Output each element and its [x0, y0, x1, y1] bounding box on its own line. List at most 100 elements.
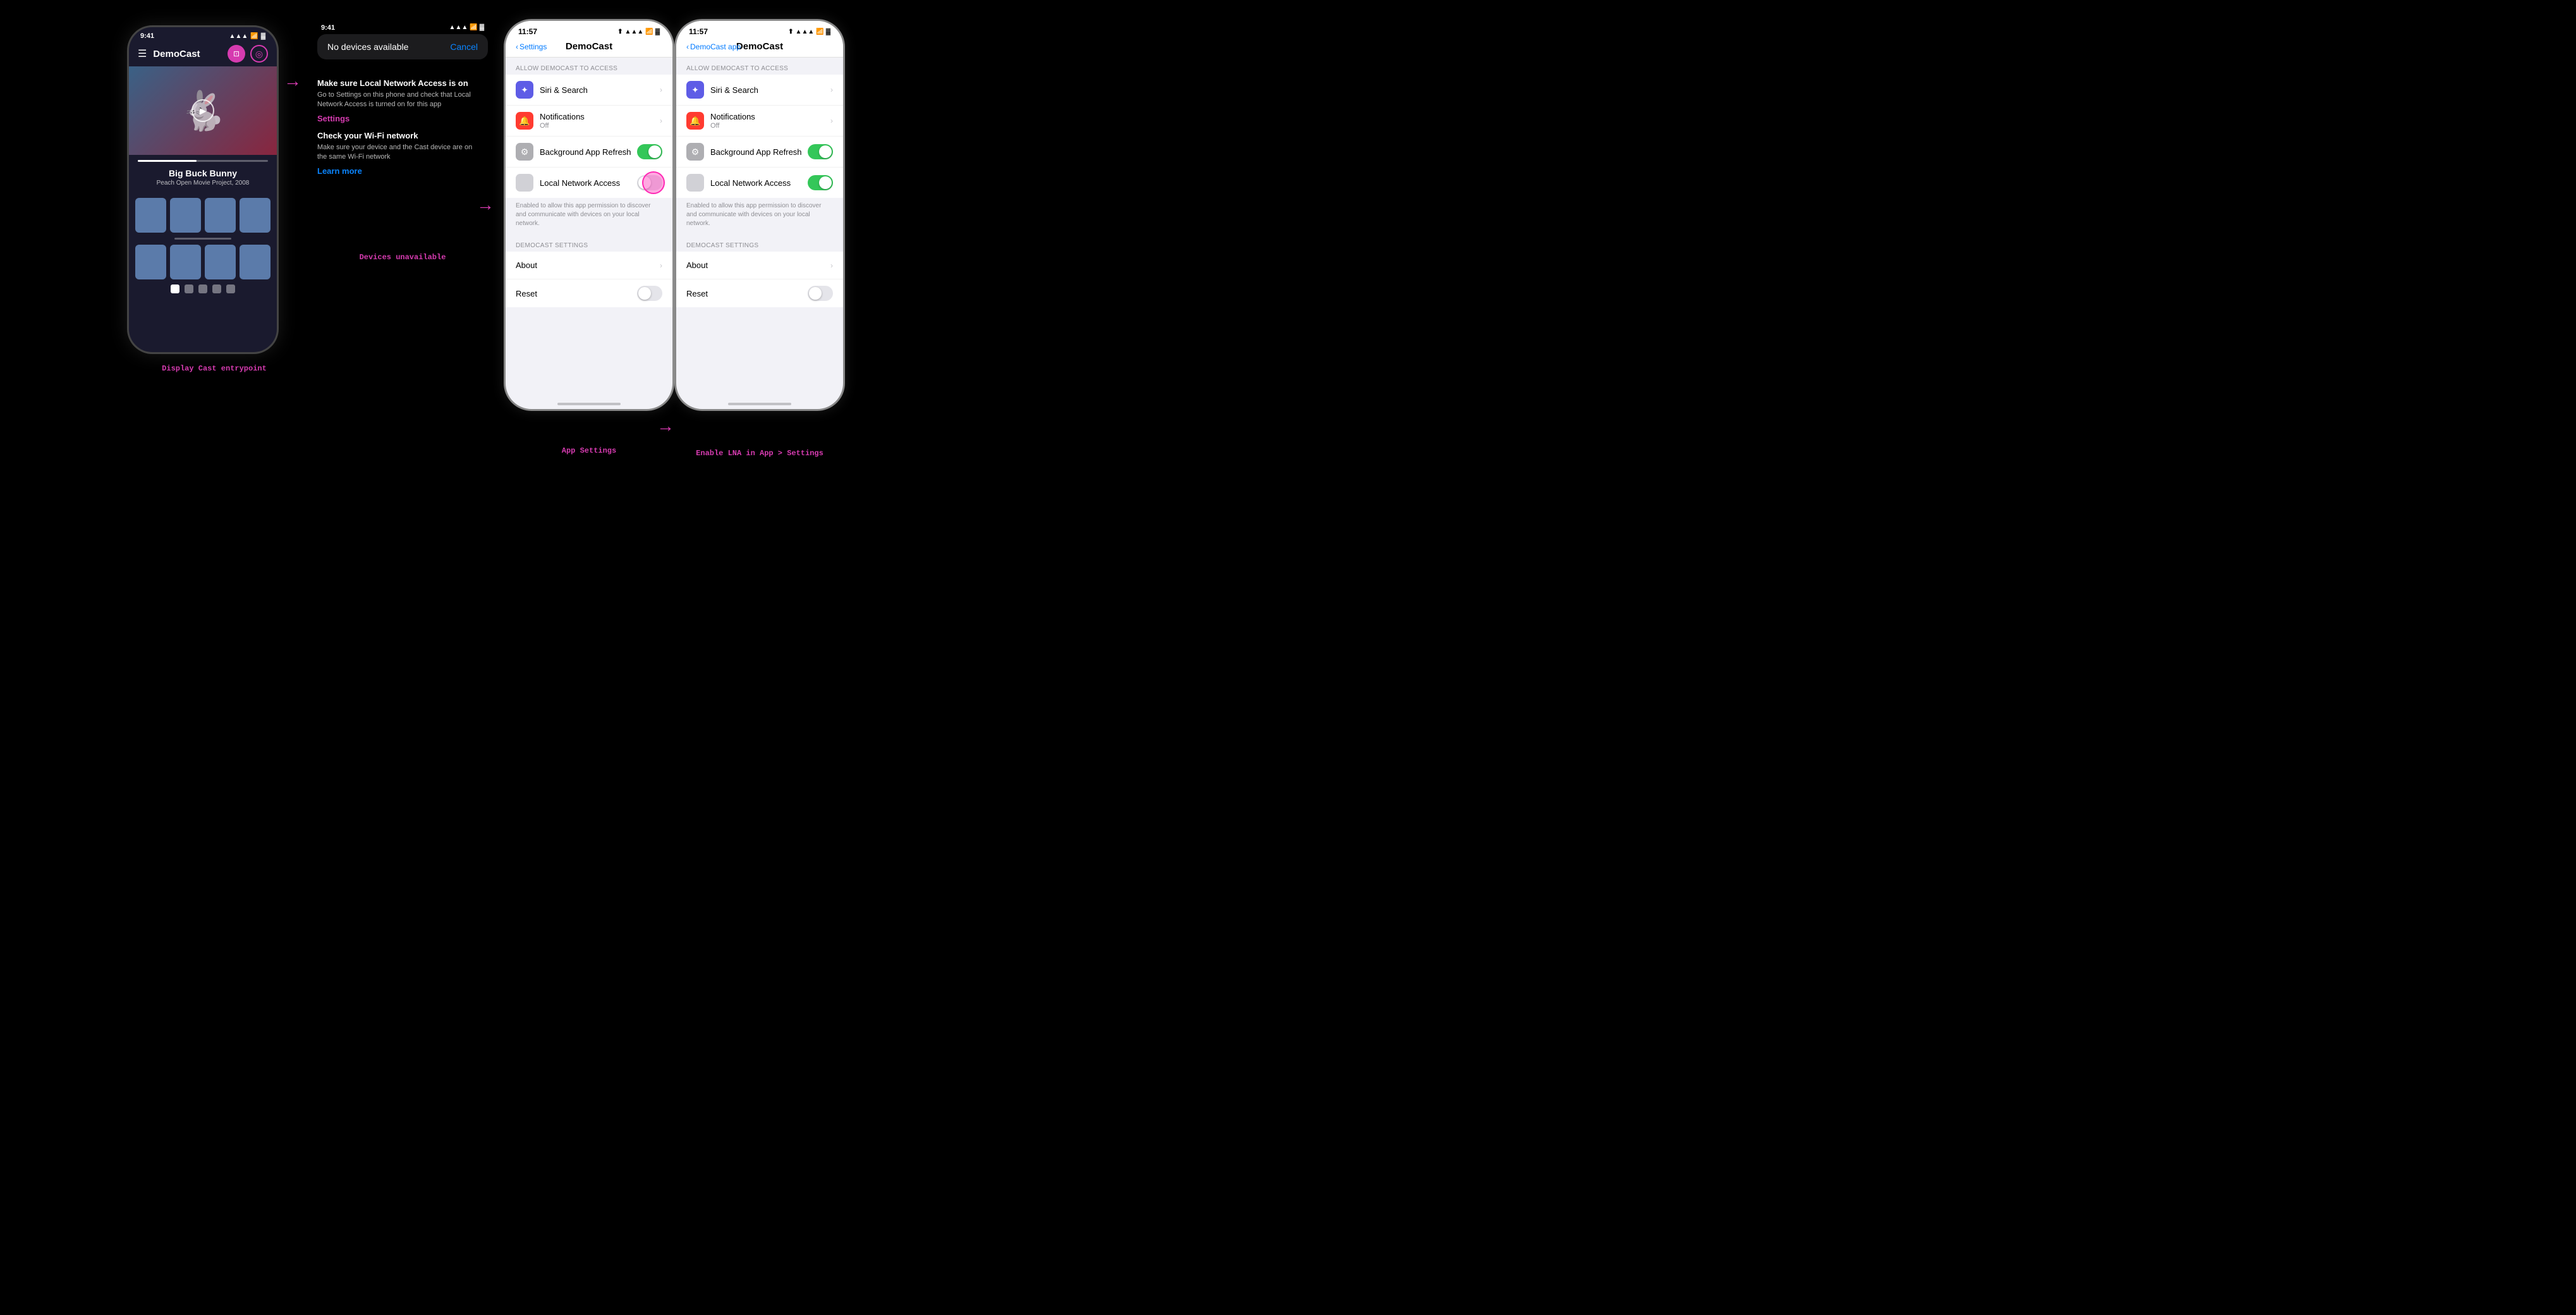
dialog-cancel-button[interactable]: Cancel	[450, 42, 478, 52]
settings1-reset-item[interactable]: Reset	[506, 279, 672, 307]
s2-siri-chevron-icon: ›	[830, 85, 833, 94]
arrow-to-settings-wrapper: →	[311, 195, 494, 215]
section2-bars-icon: ▲▲▲	[449, 24, 468, 32]
settings2-notifications-item[interactable]: 🔔 Notifications Off ›	[676, 106, 843, 137]
s2-siri-right: ›	[830, 85, 833, 94]
settings1-back-button[interactable]: ‹ Settings	[516, 42, 547, 51]
settings2-siri-item[interactable]: ✦ Siri & Search ›	[676, 75, 843, 106]
dot-1	[171, 284, 179, 293]
content-grid	[129, 194, 277, 302]
notif-label: Notifications	[540, 112, 660, 121]
settings1-statusbar: 11:57 ⬆ ▲▲▲ 📶 ▓	[506, 21, 672, 39]
arrow-settings-icon: →	[477, 195, 494, 215]
settings2-reset-item[interactable]: Reset	[676, 279, 843, 307]
content-card-4[interactable]	[240, 198, 270, 233]
s2-about-content: About	[686, 260, 830, 270]
s2-bars-icon: ▲▲▲	[796, 28, 815, 35]
s2-siri-content: Siri & Search	[710, 85, 830, 95]
learn-more-link[interactable]: Learn more	[317, 166, 482, 176]
arrow3-icon: →	[657, 416, 674, 436]
s2-notif-chevron-icon: ›	[830, 116, 833, 125]
profile-button[interactable]: ◎	[250, 45, 268, 63]
settings2-lna-item[interactable]: Local Network Access	[676, 168, 843, 198]
settings2-back-button[interactable]: ‹ DemoCast app	[686, 42, 741, 51]
content-card-7[interactable]	[205, 245, 236, 279]
settings1-bgrefresh-item[interactable]: ⚙ Background App Refresh	[506, 137, 672, 168]
s2-reset-right	[808, 286, 833, 301]
settings1-about-item[interactable]: About ›	[506, 252, 672, 279]
section2-statusbar: 9:41 ▲▲▲ 📶 ▓	[311, 19, 494, 34]
reset-toggle[interactable]	[637, 286, 662, 301]
bgrefresh-toggle[interactable]	[637, 144, 662, 159]
progress-bar	[138, 160, 268, 162]
siri-icon: ✦	[516, 81, 533, 99]
s2-reset-toggle[interactable]	[808, 286, 833, 301]
settings2-nav: ‹ DemoCast app DemoCast	[676, 39, 843, 58]
settings-phone-2: 11:57 ⬆ ▲▲▲ 📶 ▓ ‹ DemoCast app DemoCast …	[674, 19, 845, 411]
content-card-6[interactable]	[170, 245, 201, 279]
s2-wifi-icon: 📶	[816, 28, 823, 35]
tap-indicator	[642, 171, 665, 194]
content-card-3[interactable]	[205, 198, 236, 233]
s1-wifi-icon: 📶	[645, 28, 653, 35]
instructions-panel: Make sure Local Network Access is on Go …	[311, 72, 488, 182]
menu-icon[interactable]: ☰	[138, 47, 147, 60]
instruction-heading-1: Make sure Local Network Access is on	[317, 78, 482, 88]
pagination-dots	[135, 284, 270, 298]
settings1-siri-item[interactable]: ✦ Siri & Search ›	[506, 75, 672, 106]
s2-about-right: ›	[830, 261, 833, 270]
content-row-2	[135, 245, 270, 279]
label-section3: App Settings	[562, 446, 616, 455]
s2-reset-toggle-thumb	[809, 287, 822, 300]
instruction2-block: Check your Wi-Fi network Make sure your …	[317, 131, 482, 176]
settings2-statusbar: 11:57 ⬆ ▲▲▲ 📶 ▓	[676, 21, 843, 39]
s2-bgrefresh-toggle[interactable]	[808, 144, 833, 159]
hero-image: 🐇 ▶	[129, 66, 277, 155]
s1-location-icon: ⬆	[617, 28, 623, 35]
signal-bars-icon: ▲▲▲	[229, 33, 248, 40]
s2-bgrefresh-label: Background App Refresh	[710, 147, 808, 157]
lna-label: Local Network Access	[540, 178, 637, 188]
s2-notif-label: Notifications	[710, 112, 830, 121]
s2-siri-icon: ✦	[686, 81, 704, 99]
cast-button[interactable]: ⊡	[228, 45, 245, 63]
content-card-1[interactable]	[135, 198, 166, 233]
phone1-time: 9:41	[140, 32, 154, 40]
s2-lna-content: Local Network Access	[710, 178, 808, 188]
bgrefresh-content: Background App Refresh	[540, 147, 637, 157]
s2-lna-label: Local Network Access	[710, 178, 808, 188]
siri-right: ›	[660, 85, 662, 94]
play-button[interactable]: ▶	[191, 99, 214, 122]
s2-lna-icon	[686, 174, 704, 192]
settings-link[interactable]: Settings	[317, 114, 482, 123]
s2-bgrefresh-right	[808, 144, 833, 159]
settings2-bgrefresh-item[interactable]: ⚙ Background App Refresh	[676, 137, 843, 168]
settings1-democast-list: About › Reset	[506, 252, 672, 307]
s1-battery-icon: ▓	[655, 28, 660, 35]
s2-lna-toggle[interactable]	[808, 175, 833, 190]
instruction-text-2: Make sure your device and the Cast devic…	[317, 143, 482, 162]
phone1-toolbar: ☰ DemoCast ⊡ ◎	[129, 42, 277, 66]
settings1-nav-title: DemoCast	[566, 41, 612, 52]
settings1-notifications-item[interactable]: 🔔 Notifications Off ›	[506, 106, 672, 137]
bgrefresh-right	[637, 144, 662, 159]
settings1-lna-item[interactable]: Local Network Access	[506, 168, 672, 198]
phone1-status-bar: 9:41 ▲▲▲ 📶 ▓	[129, 27, 277, 42]
section4: 11:57 ⬆ ▲▲▲ 📶 ▓ ‹ DemoCast app DemoCast …	[674, 19, 845, 458]
content-card-5[interactable]	[135, 245, 166, 279]
instruction-text-1: Go to Settings on this phone and check t…	[317, 90, 482, 110]
content-card-2[interactable]	[170, 198, 201, 233]
dot-4	[212, 284, 221, 293]
hero-info: Big Buck Bunny Peach Open Movie Project,…	[129, 155, 277, 194]
settings2-about-item[interactable]: About ›	[676, 252, 843, 279]
section2-time: 9:41	[321, 24, 335, 32]
settings1-back-label: Settings	[519, 42, 547, 51]
content-card-8[interactable]	[240, 245, 270, 279]
settings1-list: ✦ Siri & Search › 🔔 Notifications Off	[506, 75, 672, 198]
dot-3	[198, 284, 207, 293]
settings2-signal: ⬆ ▲▲▲ 📶 ▓	[788, 28, 830, 35]
s2-siri-label: Siri & Search	[710, 85, 830, 95]
notif-chevron-icon: ›	[660, 116, 662, 125]
home-indicator-2	[728, 403, 791, 405]
s2-reset-content: Reset	[686, 289, 808, 298]
